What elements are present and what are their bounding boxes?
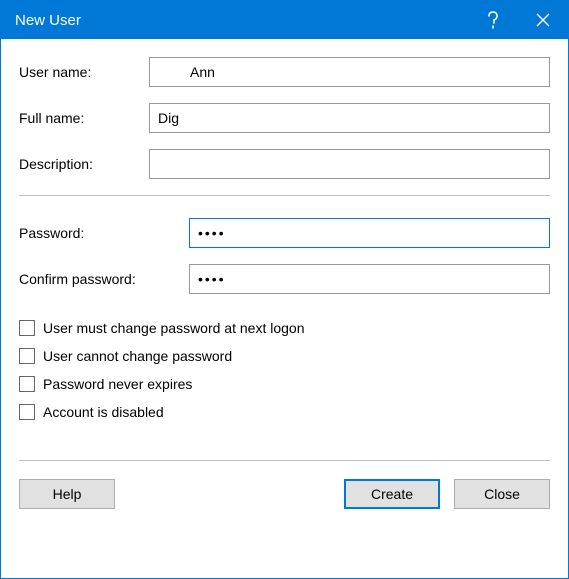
fullname-label: Full name:	[19, 110, 149, 126]
close-icon[interactable]	[518, 1, 568, 39]
row-username: User name:	[19, 57, 550, 87]
close-button[interactable]: Close	[454, 479, 550, 509]
password-label: Password:	[19, 225, 189, 241]
spacer	[129, 479, 330, 509]
separator	[19, 460, 550, 461]
window-title: New User	[15, 12, 468, 29]
fullname-field[interactable]	[149, 103, 550, 133]
checkbox-never-expires[interactable]: Password never expires	[19, 376, 550, 392]
checkbox-icon	[19, 348, 35, 364]
confirm-password-label: Confirm password:	[19, 271, 189, 287]
separator	[19, 195, 550, 196]
checkbox-label: Password never expires	[43, 376, 192, 392]
help-icon[interactable]	[468, 1, 518, 39]
confirm-password-field[interactable]	[189, 264, 550, 294]
checkbox-icon	[19, 320, 35, 336]
checkbox-label: User cannot change password	[43, 348, 232, 364]
checkbox-account-disabled[interactable]: Account is disabled	[19, 404, 550, 420]
checkbox-cannot-change[interactable]: User cannot change password	[19, 348, 550, 364]
row-description: Description:	[19, 149, 550, 179]
username-field[interactable]	[149, 57, 550, 87]
row-confirm-password: Confirm password:	[19, 264, 550, 294]
dialog-content: User name: Full name: Description: Passw…	[1, 39, 568, 523]
help-button-label: Help	[53, 486, 82, 502]
checkbox-label: User must change password at next logon	[43, 320, 304, 336]
button-row: Help Create Close	[19, 479, 550, 509]
description-field[interactable]	[149, 149, 550, 179]
help-button[interactable]: Help	[19, 479, 115, 509]
checkbox-icon	[19, 404, 35, 420]
close-button-label: Close	[484, 486, 520, 502]
password-field[interactable]	[189, 218, 550, 248]
description-label: Description:	[19, 156, 149, 172]
create-button-label: Create	[371, 486, 413, 502]
username-label: User name:	[19, 64, 149, 80]
checkbox-must-change[interactable]: User must change password at next logon	[19, 320, 550, 336]
titlebar: New User	[1, 1, 568, 39]
checkbox-label: Account is disabled	[43, 404, 164, 420]
create-button[interactable]: Create	[344, 479, 440, 509]
row-password: Password:	[19, 218, 550, 248]
row-fullname: Full name:	[19, 103, 550, 133]
checkbox-icon	[19, 376, 35, 392]
